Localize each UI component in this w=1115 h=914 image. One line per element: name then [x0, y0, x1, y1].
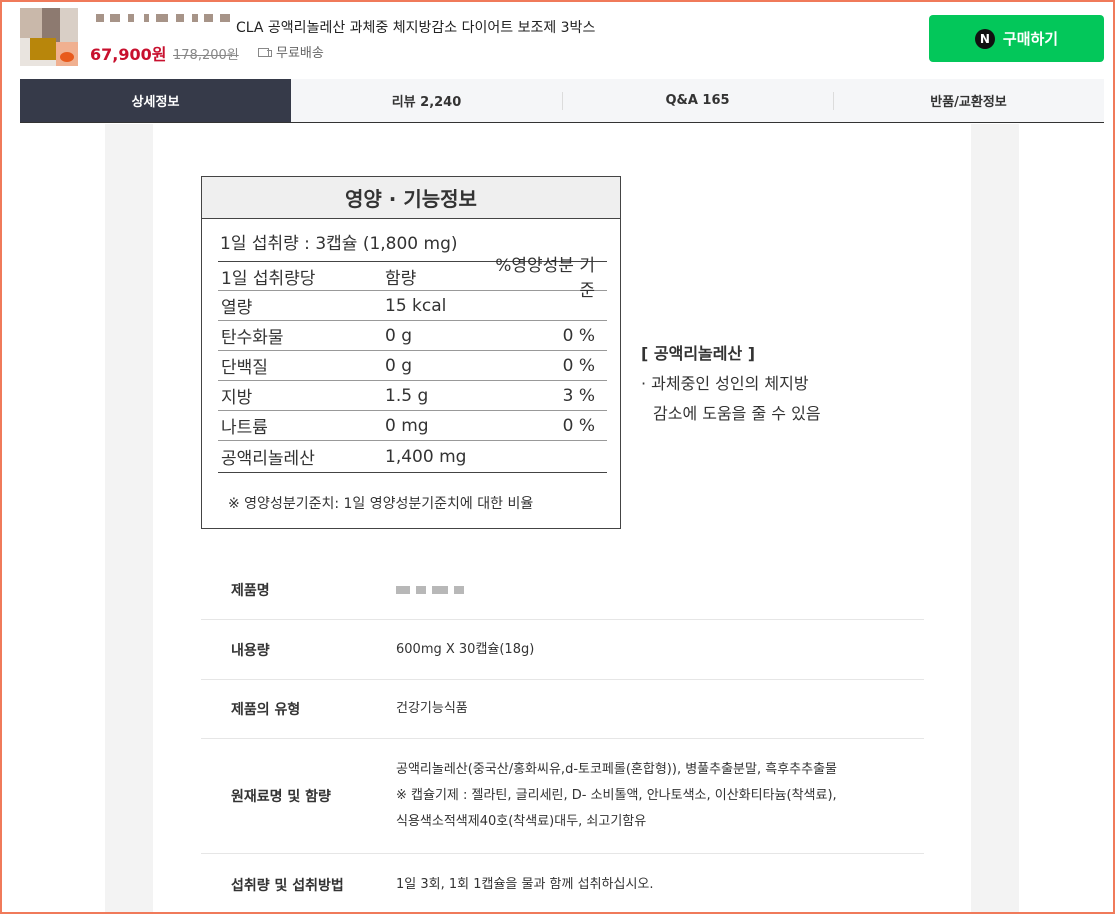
shipping-label: 무료배송	[276, 46, 324, 61]
function-claim: [ 공액리놀레산 ] · 과체중인 성인의 체지방 감소에 도움을 줄 수 있음	[641, 339, 821, 429]
info-key: 섭취량 및 섭취방법	[231, 878, 344, 894]
product-header: CLA 공액리놀레산 과체중 체지방감소 다이어트 보조제 3박스 67,900…	[0, 0, 1115, 78]
info-value: 1일 3회, 1회 1캡슐을 물과 함께 섭취하십시오.	[396, 877, 654, 892]
header-daily-value: %영양성분 기준	[495, 256, 595, 301]
function-line-1: · 과체중인 성인의 체지방	[641, 374, 809, 393]
info-key: 제품의 유형	[231, 702, 301, 718]
nutrient-name: 나트륨	[221, 418, 268, 438]
nutrition-row: 지방 1.5 g 3 %	[218, 381, 607, 411]
sale-price: 67,900원	[90, 45, 167, 64]
nutrition-row: 단백질 0 g 0 %	[218, 351, 607, 381]
nutrition-facts-box: 영양 · 기능정보 1일 섭취량 : 3캡슐 (1,800 mg) 1일 섭취량…	[201, 176, 621, 529]
nutrition-row: 탄수화물 0 g 0 %	[218, 321, 607, 351]
info-key: 원재료명 및 함량	[231, 789, 331, 805]
info-row-type: 제품의 유형 건강기능식품	[201, 680, 924, 739]
nutrient-name: 열량	[221, 298, 253, 318]
info-value: 공액리놀레산(중국산/홍화씨유,d-토코페롤(혼합형)), 병풀추출분말, 흑후…	[396, 757, 924, 835]
nutrient-amount: 0 mg	[385, 415, 429, 436]
info-value	[396, 577, 924, 603]
function-line-2: 감소에 도움을 줄 수 있음	[653, 404, 821, 423]
nutrition-title: 영양 · 기능정보	[202, 177, 620, 219]
product-info-table: 제품명 내용량 600mg X 30캡슐(18g) 제품의 유형 건강기능식품 …	[201, 561, 924, 914]
truck-icon	[258, 47, 272, 57]
nutrient-amount: 0 g	[385, 325, 413, 346]
ingredients-line: ※ 캡슐기제 : 젤라틴, 글리세린, D- 소비톨액, 안나토색소, 이산화티…	[396, 788, 837, 803]
nutrition-header-row: 1일 섭취량당 함량 %영양성분 기준	[218, 256, 607, 301]
nutrition-row: 나트륨 0 mg 0 %	[218, 411, 607, 441]
info-row-ingredients: 원재료명 및 함량 공액리놀레산(중국산/홍화씨유,d-토코페롤(혼합형)), …	[201, 739, 924, 854]
tab-detail-info[interactable]: 상세정보	[20, 79, 291, 122]
nutrient-percent: 3 %	[562, 385, 595, 406]
nutrient-percent: 0 %	[562, 325, 595, 346]
buy-button-label: 구매하기	[1002, 30, 1059, 48]
nutrient-name: 공액리놀레산	[221, 449, 315, 469]
info-key: 제품명	[231, 583, 270, 599]
product-thumbnail[interactable]	[20, 8, 78, 66]
shipping-info: 무료배송	[258, 42, 324, 61]
tab-qna[interactable]: Q&A 165	[562, 79, 833, 122]
nutrient-amount: 1.5 g	[385, 385, 429, 406]
nutrient-name: 탄수화물	[221, 328, 284, 348]
detail-tabs: 상세정보 리뷰 2,240 Q&A 165 반품/교환정보	[20, 79, 1104, 123]
nutrition-table: 1일 섭취량당 함량 %영양성분 기준 열량 15 kcal 탄수화물 0 g …	[218, 256, 607, 473]
info-row-intake: 섭취량 및 섭취방법 1일 3회, 1회 1캡슐을 물과 함께 섭취하십시오.	[201, 854, 924, 914]
serving-size: 1일 섭취량 : 3캡슐 (1,800 mg)	[220, 234, 458, 254]
nutrient-amount: 15 kcal	[385, 295, 447, 316]
tab-return-exchange[interactable]: 반품/교환정보	[833, 79, 1104, 122]
daily-value-note: ※ 영양성분기준치: 1일 영양성분기준치에 대한 비율	[228, 496, 534, 512]
blurred-brand-name	[92, 14, 234, 28]
info-value: 건강기능식품	[396, 701, 468, 716]
nutrition-row: 공액리놀레산 1,400 mg	[218, 441, 607, 473]
nutrient-percent: 0 %	[562, 415, 595, 436]
blurred-product-name	[396, 583, 468, 597]
product-title: CLA 공액리놀레산 과체중 체지방감소 다이어트 보조제 3박스	[236, 20, 596, 36]
nutrient-name: 지방	[221, 388, 253, 408]
info-row-product-name: 제품명	[201, 561, 924, 620]
info-row-volume: 내용량 600mg X 30캡슐(18g)	[201, 620, 924, 680]
original-price: 178,200원	[173, 48, 239, 63]
ingredients-line: 공액리놀레산(중국산/홍화씨유,d-토코페롤(혼합형)), 병풀추출분말, 흑후…	[396, 762, 837, 777]
function-heading: [ 공액리놀레산 ]	[641, 344, 756, 363]
info-key: 내용량	[231, 642, 270, 659]
nutrient-amount: 1,400 mg	[385, 446, 467, 467]
nutrient-percent: 0 %	[562, 355, 595, 376]
buy-button[interactable]: N 구매하기	[929, 15, 1104, 62]
naver-n-icon: N	[974, 28, 995, 49]
info-value: 600mg X 30캡슐(18g)	[396, 641, 535, 657]
header-per-serving: 1일 섭취량당	[221, 268, 316, 289]
nutrient-name: 단백질	[221, 358, 268, 378]
ingredients-line: 식용색소적색제40호(착색료)대두, 쇠고기함유	[396, 814, 647, 829]
detail-content[interactable]: 영양 · 기능정보 1일 섭취량 : 3캡슐 (1,800 mg) 1일 섭취량…	[0, 124, 1115, 914]
tab-reviews[interactable]: 리뷰 2,240	[291, 79, 562, 122]
header-amount: 함량	[385, 268, 417, 289]
nutrient-amount: 0 g	[385, 355, 413, 376]
